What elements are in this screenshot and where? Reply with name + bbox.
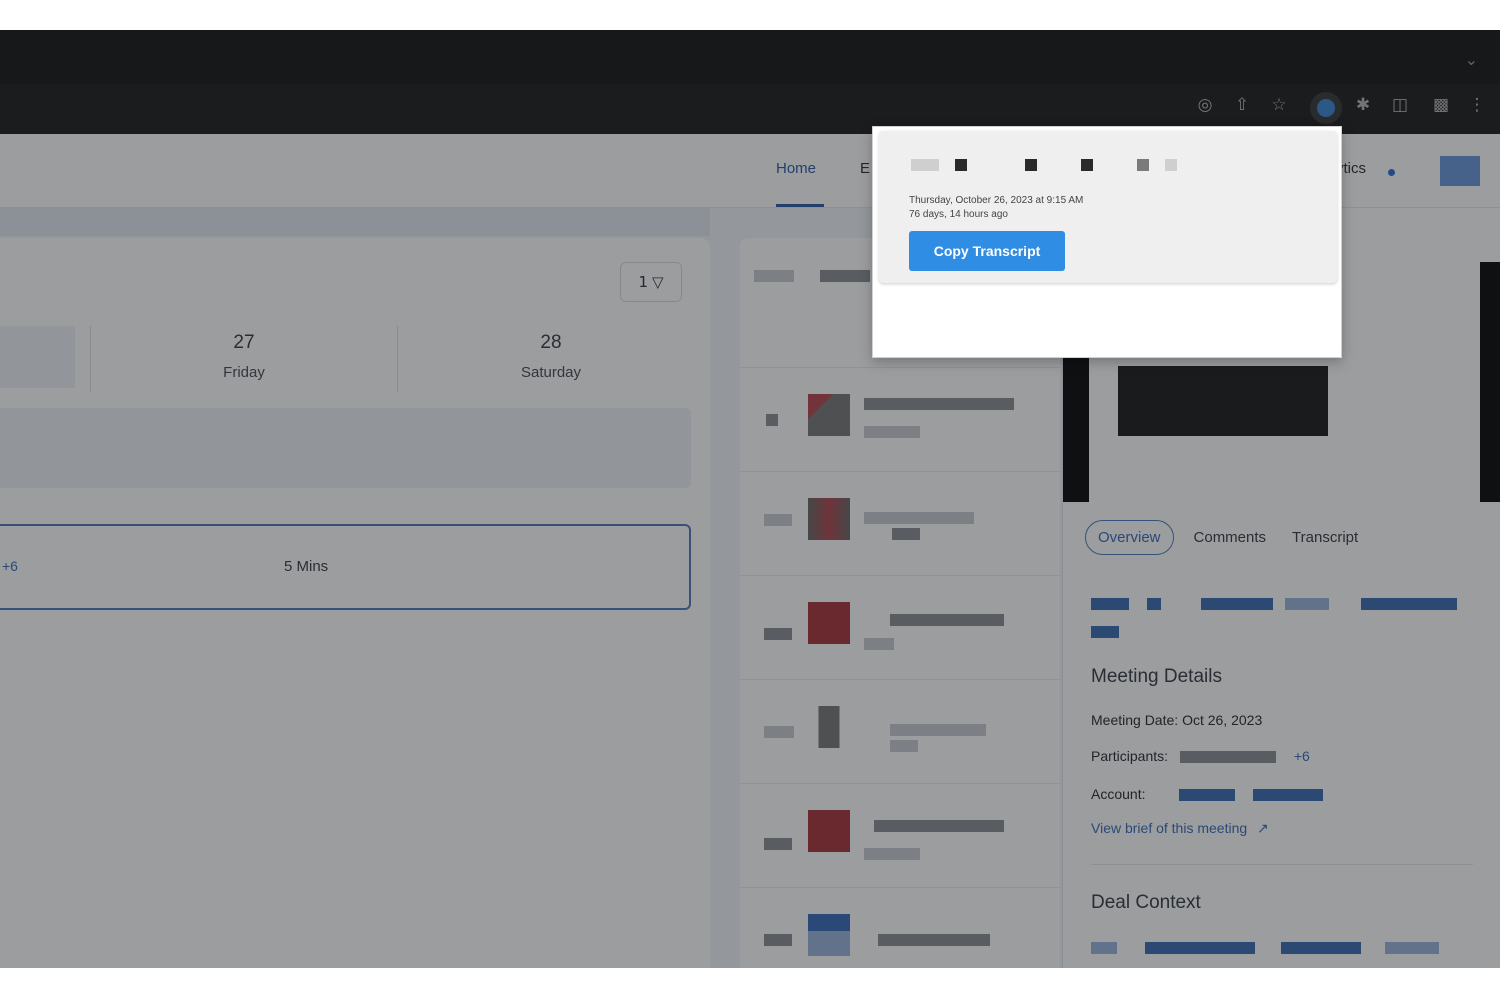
redacted-text [1165,159,1177,171]
redacted-text [955,159,967,171]
meeting-datetime: Thursday, October 26, 2023 at 9:15 AM [909,195,1084,206]
redacted-text [911,159,939,171]
transcript-card: Thursday, October 26, 2023 at 9:15 AM 76… [879,131,1337,283]
meeting-elapsed: 76 days, 14 hours ago [909,209,1008,220]
copy-transcript-button[interactable]: Copy Transcript [909,231,1065,271]
redacted-text [1137,159,1149,171]
screen: ⌄ ◎ ⇧ ☆ ✱ ◫ ▩ ⋮ Home E ytics 1 ▽ 27 Frid… [0,0,1500,1000]
extension-popup: Thursday, October 26, 2023 at 9:15 AM 76… [872,126,1342,358]
redacted-text [1081,159,1093,171]
redacted-text [1025,159,1037,171]
